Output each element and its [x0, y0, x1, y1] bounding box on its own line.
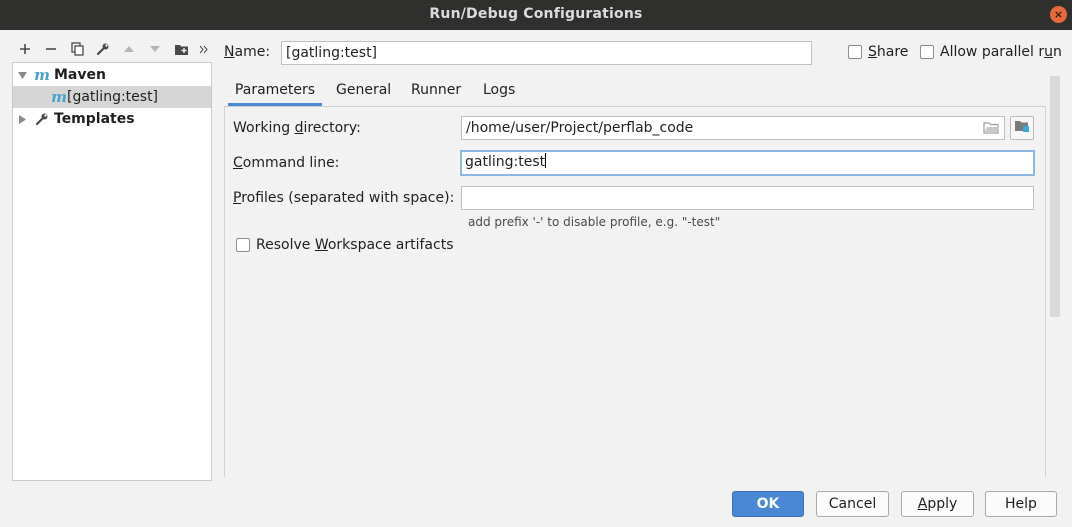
command-line-input[interactable]: gatling:test [460, 150, 1035, 176]
folder-macros-icon [1014, 119, 1030, 137]
share-label: Share [868, 44, 909, 60]
window-title: Run/Debug Configurations [429, 6, 643, 22]
move-up-icon[interactable] [120, 40, 138, 58]
tab-general[interactable]: General [336, 82, 391, 106]
tab-runner[interactable]: Runner [411, 82, 461, 106]
command-line-label: Command line: [233, 155, 340, 171]
working-directory-input[interactable]: /home/user/Project/perflab_code [461, 116, 1005, 140]
tree-item-gatling-test[interactable]: m [gatling:test] [13, 86, 211, 108]
maven-icon: m [34, 66, 50, 84]
share-checkbox[interactable] [848, 45, 862, 59]
expand-arrow-icon[interactable] [16, 69, 28, 81]
more-icon[interactable] [196, 40, 210, 58]
configuration-tree[interactable]: m Maven m [gatling:test] Templates [12, 62, 212, 481]
tree-item-label: Templates [54, 111, 135, 127]
vertical-scrollbar[interactable] [1050, 76, 1060, 317]
tree-item-maven[interactable]: m Maven [13, 64, 211, 86]
apply-button[interactable]: Apply [901, 491, 974, 517]
profiles-hint: add prefix '-' to disable profile, e.g. … [468, 215, 721, 229]
allow-parallel-run-checkbox[interactable] [920, 45, 934, 59]
title-bar: Run/Debug Configurations × [0, 0, 1072, 30]
working-directory-label: Working directory: [233, 120, 361, 136]
resolve-workspace-checkbox[interactable] [236, 238, 250, 252]
tree-item-label: [gatling:test] [67, 89, 159, 105]
tree-item-templates[interactable]: Templates [13, 108, 211, 130]
allow-parallel-run-label: Allow parallel run [940, 44, 1062, 60]
new-folder-icon[interactable] [172, 40, 190, 58]
help-button[interactable]: Help [985, 491, 1057, 517]
close-icon[interactable]: × [1050, 6, 1067, 23]
name-label: Name: [224, 44, 271, 60]
text-caret [545, 153, 547, 168]
ok-button[interactable]: OK [732, 491, 804, 517]
wrench-icon[interactable] [94, 40, 112, 58]
profiles-label: Profiles (separated with space): [233, 190, 455, 206]
remove-icon[interactable] [42, 40, 60, 58]
wrench-icon [34, 112, 50, 126]
tab-parameters[interactable]: Parameters [228, 82, 322, 106]
browse-folder-icon[interactable] [983, 122, 999, 138]
name-input[interactable]: [gatling:test] [281, 41, 812, 65]
copy-icon[interactable] [68, 40, 86, 58]
tab-logs[interactable]: Logs [483, 82, 515, 106]
profiles-input[interactable] [461, 186, 1034, 210]
resolve-workspace-label: Resolve Workspace artifacts [256, 237, 454, 253]
cancel-button[interactable]: Cancel [816, 491, 889, 517]
macros-button[interactable] [1010, 116, 1034, 140]
collapse-arrow-icon[interactable] [16, 113, 28, 125]
add-icon[interactable] [16, 40, 34, 58]
maven-icon: m [51, 88, 67, 106]
tree-item-label: Maven [54, 67, 106, 83]
move-down-icon[interactable] [146, 40, 164, 58]
